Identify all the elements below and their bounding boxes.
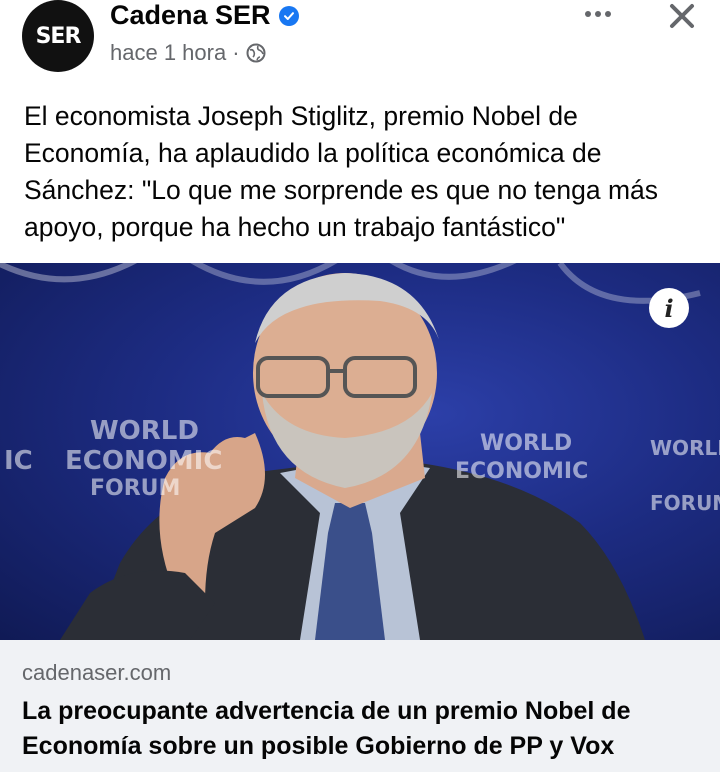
avatar-logo-text: SER <box>35 23 82 49</box>
link-domain: cadenaser.com <box>22 660 172 685</box>
verified-badge-icon <box>278 5 299 26</box>
backdrop-text-forum-3: FORUM <box>650 491 720 515</box>
post-photo[interactable]: WORLD ECONOMIC FORUM IC WORLD ECONOMIC W… <box>0 263 720 640</box>
backdrop-text-economic-2: ECONOMIC <box>455 459 589 484</box>
backdrop-text-economic: ECONOMIC <box>65 446 223 476</box>
meta-separator: · <box>232 40 240 65</box>
link-title[interactable]: La preocupante advertencia de un premio … <box>22 694 702 764</box>
backdrop-text-world-3: WORLD <box>650 436 720 460</box>
post-meta: hace 1 hora · <box>110 40 266 66</box>
backdrop-text-world-2: WORLD <box>480 431 573 456</box>
info-icon[interactable]: i <box>649 288 689 328</box>
page-avatar[interactable]: SER <box>22 0 94 72</box>
backdrop-text-world: WORLD <box>90 416 199 446</box>
post-message: El economista Joseph Stiglitz, premio No… <box>24 101 659 242</box>
page-name-row: Cadena SER <box>110 0 299 31</box>
page-name-link[interactable]: Cadena SER <box>110 0 271 31</box>
post-timestamp[interactable]: hace 1 hora <box>110 40 226 66</box>
more-options-icon[interactable] <box>578 0 618 28</box>
post-header: SER Cadena SER hace 1 hora · <box>0 0 720 90</box>
backdrop-text-forum: FORUM <box>90 476 181 501</box>
globe-icon[interactable] <box>246 43 266 63</box>
close-icon[interactable] <box>662 0 702 38</box>
backdrop-text-fragment: IC <box>4 446 33 476</box>
